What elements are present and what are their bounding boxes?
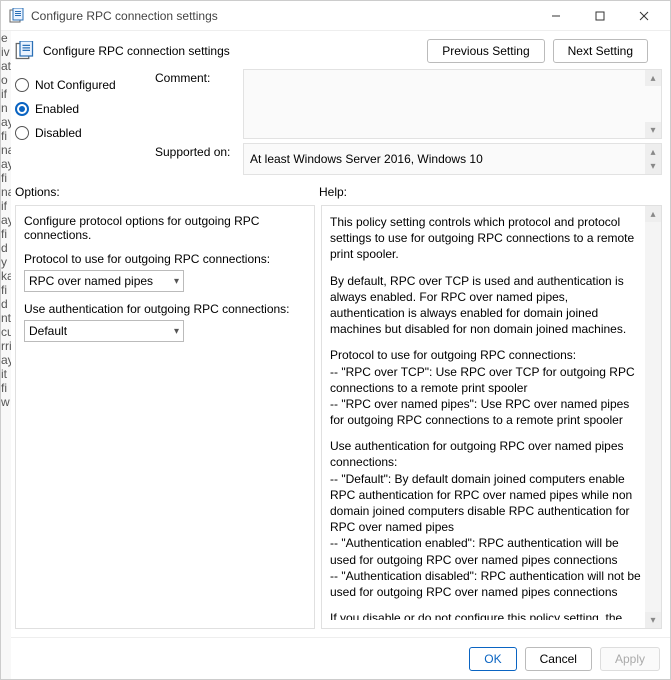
options-pane: Configure protocol options for outgoing … — [15, 205, 315, 629]
protocol-label: Protocol to use for outgoing RPC connect… — [24, 252, 306, 266]
protocol-select-value: RPC over named pipes — [29, 274, 153, 288]
state-radio-group: Not Configured Enabled Disabled — [15, 69, 145, 179]
radio-label: Enabled — [35, 102, 79, 116]
help-pane: ▴ ▾ This policy setting controls which p… — [321, 205, 662, 629]
background-window-sliver: eivatoifnayfinaayfinaifayfidykafidntcurr… — [1, 31, 11, 679]
panes-row: Configure protocol options for outgoing … — [15, 205, 662, 629]
state-and-meta-row: Not Configured Enabled Disabled Comment: — [15, 69, 662, 179]
supported-on-label: Supported on: — [155, 143, 233, 175]
scroll-down-icon[interactable]: ▾ — [645, 158, 661, 174]
radio-not-configured[interactable]: Not Configured — [15, 73, 145, 97]
help-text: This policy setting controls which proto… — [330, 214, 643, 620]
section-labels: Options: Help: — [15, 185, 662, 199]
window-title: Configure RPC connection settings — [31, 9, 534, 23]
dialog-footer: OK Cancel Apply — [1, 637, 670, 679]
scroll-up-icon[interactable]: ▴ — [645, 70, 661, 86]
close-button[interactable] — [622, 2, 666, 30]
comment-label: Comment: — [155, 69, 233, 139]
auth-select-value: Default — [29, 324, 67, 338]
comment-textarea[interactable]: ▴ ▾ — [243, 69, 662, 139]
chevron-down-icon: ▾ — [174, 326, 179, 337]
radio-label: Not Configured — [35, 78, 116, 92]
options-intro: Configure protocol options for outgoing … — [24, 214, 306, 242]
scroll-down-icon[interactable]: ▾ — [645, 612, 661, 628]
policy-icon — [9, 8, 25, 24]
dialog-content: Configure RPC connection settings Previo… — [1, 31, 670, 637]
dialog-window: eivatoifnayfinaayfinaifayfidykafidntcurr… — [0, 0, 671, 680]
radio-disabled[interactable]: Disabled — [15, 121, 145, 145]
auth-label: Use authentication for outgoing RPC conn… — [24, 302, 306, 316]
apply-button[interactable]: Apply — [600, 647, 660, 671]
options-section-label: Options: — [15, 185, 315, 199]
previous-setting-button[interactable]: Previous Setting — [427, 39, 544, 63]
scroll-down-icon[interactable]: ▾ — [645, 122, 661, 138]
scroll-up-icon[interactable]: ▴ — [645, 206, 661, 222]
cancel-button[interactable]: Cancel — [525, 647, 592, 671]
next-setting-button[interactable]: Next Setting — [553, 39, 648, 63]
header-row: Configure RPC connection settings Previo… — [15, 39, 662, 63]
help-scrollbar[interactable]: ▴ ▾ — [645, 206, 661, 628]
protocol-select[interactable]: RPC over named pipes ▾ — [24, 270, 184, 292]
supported-on-field: At least Windows Server 2016, Windows 10… — [243, 143, 662, 175]
radio-label: Disabled — [35, 126, 82, 140]
ok-button[interactable]: OK — [469, 647, 516, 671]
header-label: Configure RPC connection settings — [43, 44, 427, 58]
minimize-button[interactable] — [534, 2, 578, 30]
auth-select[interactable]: Default ▾ — [24, 320, 184, 342]
maximize-button[interactable] — [578, 2, 622, 30]
policy-icon — [15, 41, 35, 61]
titlebar: Configure RPC connection settings — [1, 1, 670, 31]
chevron-down-icon: ▾ — [174, 276, 179, 287]
supported-on-value: At least Windows Server 2016, Windows 10 — [250, 152, 483, 166]
radio-enabled[interactable]: Enabled — [15, 97, 145, 121]
meta-column: Comment: ▴ ▾ Supported on: At least Wind… — [155, 69, 662, 179]
window-buttons — [534, 2, 666, 30]
help-section-label: Help: — [315, 185, 662, 199]
